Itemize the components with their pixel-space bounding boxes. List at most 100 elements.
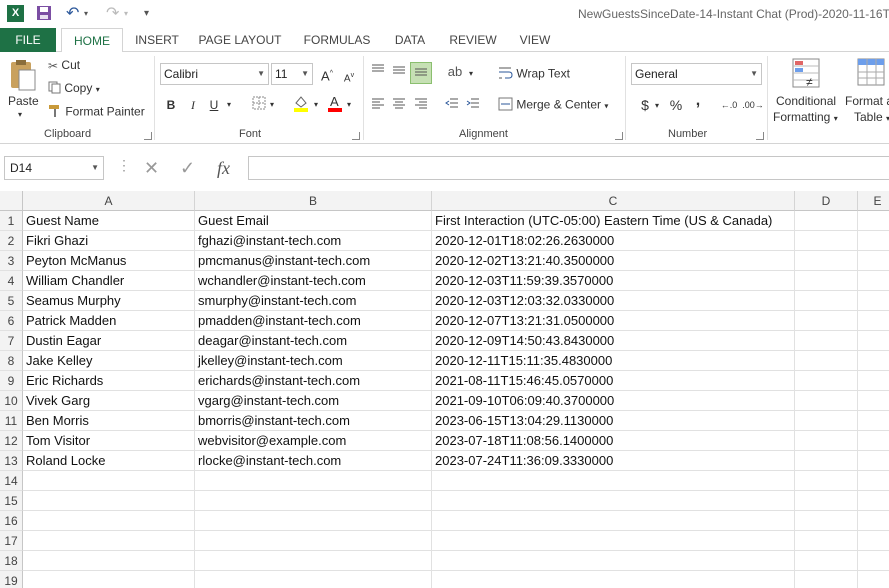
cell-b16[interactable]: [195, 511, 432, 531]
cell-e17[interactable]: [858, 531, 889, 551]
cell-a6[interactable]: Patrick Madden: [23, 311, 195, 331]
tab-file[interactable]: FILE: [0, 28, 56, 52]
cell-d9[interactable]: [795, 371, 858, 391]
number-format-select[interactable]: General ▼: [631, 63, 762, 85]
paste-dropdown-icon[interactable]: ▾: [18, 110, 22, 119]
underline-button[interactable]: U: [205, 96, 223, 114]
cell-c16[interactable]: [432, 511, 795, 531]
decrease-decimal-icon[interactable]: .00→: [742, 96, 764, 114]
cell-a11[interactable]: Ben Morris: [23, 411, 195, 431]
wrap-text-button[interactable]: Wrap Text: [498, 66, 570, 83]
bold-button[interactable]: B: [162, 96, 180, 114]
tab-home[interactable]: HOME: [61, 28, 123, 53]
cell-c17[interactable]: [432, 531, 795, 551]
cell-e6[interactable]: [858, 311, 889, 331]
cell-e16[interactable]: [858, 511, 889, 531]
paste-icon[interactable]: [8, 58, 38, 92]
redo-icon[interactable]: ↷: [106, 5, 119, 23]
cell-d3[interactable]: [795, 251, 858, 271]
cell-b1[interactable]: Guest Email: [195, 211, 432, 231]
fill-color-dropdown-icon[interactable]: ▾: [311, 96, 321, 114]
cell-e7[interactable]: [858, 331, 889, 351]
cell-c5[interactable]: 2020-12-03T12:03:32.0330000: [432, 291, 795, 311]
cell-a13[interactable]: Roland Locke: [23, 451, 195, 471]
cell-a17[interactable]: [23, 531, 195, 551]
cell-a9[interactable]: Eric Richards: [23, 371, 195, 391]
cell-d17[interactable]: [795, 531, 858, 551]
cell-c18[interactable]: [432, 551, 795, 571]
align-bottom-icon[interactable]: [410, 62, 432, 84]
cell-e5[interactable]: [858, 291, 889, 311]
align-center-icon[interactable]: [390, 96, 408, 114]
cell-a4[interactable]: William Chandler: [23, 271, 195, 291]
align-top-icon[interactable]: [369, 63, 387, 81]
cell-b4[interactable]: wchandler@instant-tech.com: [195, 271, 432, 291]
font-name-select[interactable]: Calibri ▼: [160, 63, 269, 85]
cell-b12[interactable]: webvisitor@example.com: [195, 431, 432, 451]
cell-a18[interactable]: [23, 551, 195, 571]
number-launcher-icon[interactable]: [756, 132, 764, 140]
cell-a19[interactable]: [23, 571, 195, 588]
cell-b13[interactable]: rlocke@instant-tech.com: [195, 451, 432, 471]
currency-dropdown-icon[interactable]: ▾: [652, 97, 662, 115]
copy-button[interactable]: Copy ▾: [48, 81, 100, 97]
cell-d13[interactable]: [795, 451, 858, 471]
save-icon[interactable]: [36, 5, 52, 23]
cell-d10[interactable]: [795, 391, 858, 411]
row-header[interactable]: 10: [0, 391, 23, 411]
fill-color-icon[interactable]: [292, 94, 310, 112]
cell-e11[interactable]: [858, 411, 889, 431]
orientation-icon[interactable]: ab: [446, 63, 464, 81]
format-as-table-button[interactable]: Table ▾: [854, 110, 889, 124]
undo-icon[interactable]: ↶: [66, 5, 79, 23]
align-left-icon[interactable]: [369, 96, 387, 114]
cell-a1[interactable]: Guest Name: [23, 211, 195, 231]
row-header[interactable]: 12: [0, 431, 23, 451]
cell-d14[interactable]: [795, 471, 858, 491]
cell-b8[interactable]: jkelley@instant-tech.com: [195, 351, 432, 371]
cell-a3[interactable]: Peyton McManus: [23, 251, 195, 271]
column-header-e[interactable]: E: [858, 191, 889, 211]
cell-c4[interactable]: 2020-12-03T11:59:39.3570000: [432, 271, 795, 291]
cancel-icon[interactable]: ✕: [144, 158, 159, 179]
font-size-select[interactable]: 11 ▼: [271, 63, 313, 85]
paste-button[interactable]: Paste: [8, 94, 39, 108]
cell-c11[interactable]: 2023-06-15T13:04:29.1130000: [432, 411, 795, 431]
formula-input[interactable]: [248, 156, 889, 180]
row-header[interactable]: 13: [0, 451, 23, 471]
cell-d18[interactable]: [795, 551, 858, 571]
decrease-font-icon[interactable]: Av: [340, 67, 358, 85]
cell-e4[interactable]: [858, 271, 889, 291]
cell-c10[interactable]: 2021-09-10T06:09:40.3700000: [432, 391, 795, 411]
row-header[interactable]: 16: [0, 511, 23, 531]
align-right-icon[interactable]: [412, 96, 430, 114]
increase-font-icon[interactable]: A^: [318, 65, 336, 83]
format-as-table-label1[interactable]: Format as: [845, 94, 889, 108]
increase-indent-icon[interactable]: [464, 96, 482, 114]
row-header[interactable]: 18: [0, 551, 23, 571]
tab-page-layout[interactable]: PAGE LAYOUT: [193, 28, 287, 52]
cell-e19[interactable]: [858, 571, 889, 588]
cell-e3[interactable]: [858, 251, 889, 271]
cell-c9[interactable]: 2021-08-11T15:46:45.0570000: [432, 371, 795, 391]
copy-dropdown-icon[interactable]: ▾: [96, 85, 100, 94]
increase-decimal-icon[interactable]: ←.0: [718, 96, 740, 114]
column-header-b[interactable]: B: [195, 191, 432, 211]
cell-e10[interactable]: [858, 391, 889, 411]
cell-b14[interactable]: [195, 471, 432, 491]
cell-d4[interactable]: [795, 271, 858, 291]
name-box[interactable]: D14 ▼: [4, 156, 104, 180]
decrease-indent-icon[interactable]: [443, 96, 461, 114]
cell-d15[interactable]: [795, 491, 858, 511]
tab-view[interactable]: VIEW: [512, 28, 558, 52]
cell-e2[interactable]: [858, 231, 889, 251]
font-color-icon[interactable]: A: [326, 94, 344, 112]
row-header[interactable]: 8: [0, 351, 23, 371]
cell-e15[interactable]: [858, 491, 889, 511]
tab-data[interactable]: DATA: [386, 28, 434, 52]
cell-c19[interactable]: [432, 571, 795, 588]
merge-center-button[interactable]: Merge & Center ▾: [498, 97, 608, 114]
borders-icon[interactable]: [250, 96, 268, 114]
underline-dropdown-icon[interactable]: ▾: [224, 96, 234, 114]
column-header-a[interactable]: A: [23, 191, 195, 211]
